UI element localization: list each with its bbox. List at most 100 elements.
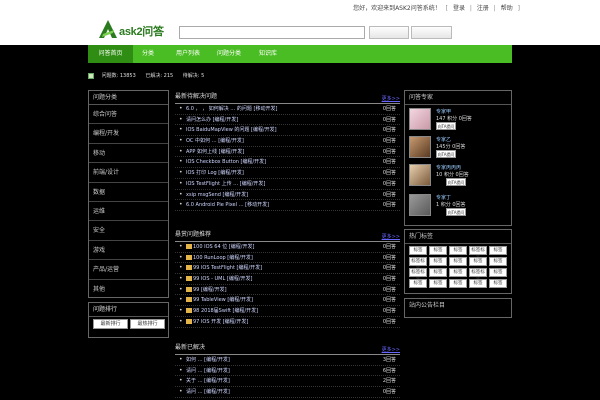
expert-name[interactable]: 专家丁 bbox=[436, 194, 451, 201]
tag-item[interactable]: 标签 bbox=[469, 279, 487, 288]
question-row[interactable]: • 99 IOS - UML [编程/开发] 0回答 bbox=[175, 274, 400, 285]
question-row[interactable]: • 97 IOS 开发 [编程/开发] 0回答 bbox=[175, 317, 400, 328]
avatar[interactable] bbox=[409, 136, 431, 158]
tag-item[interactable]: 标签 bbox=[429, 246, 447, 255]
tag-item[interactable]: 标签 bbox=[469, 257, 487, 266]
ask-expert-button[interactable]: 向TA提问 bbox=[436, 122, 456, 130]
question-title[interactable]: 请问 … [编程/开发] bbox=[186, 366, 230, 376]
expert-name[interactable]: 专家丙丙丙 bbox=[436, 164, 461, 171]
category-item[interactable]: 数据 bbox=[89, 183, 168, 202]
tag-item[interactable]: 标签 bbox=[429, 268, 447, 277]
ask-expert-button[interactable]: 向TA提问 bbox=[436, 150, 456, 158]
tag-item[interactable]: 标签标签 bbox=[469, 246, 487, 261]
category-item[interactable]: 前端/设计 bbox=[89, 163, 168, 183]
tag-item[interactable]: 标签 bbox=[489, 257, 507, 266]
login-link[interactable]: 登录 bbox=[453, 3, 465, 12]
search-button[interactable] bbox=[411, 26, 452, 39]
ranking-tab-hot[interactable]: 最热排行 bbox=[130, 319, 165, 329]
question-title[interactable]: 6.0 Android Pie Pixel … [移动开发] bbox=[186, 200, 269, 210]
question-row[interactable]: • OC 中如何 … [编程/开发] 0回答 bbox=[175, 136, 400, 147]
question-title[interactable]: 请问怎么办 [编程/开发] bbox=[186, 115, 238, 125]
tag-item[interactable]: 标签 bbox=[489, 279, 507, 288]
expert-name[interactable]: 专家乙 bbox=[436, 136, 451, 143]
question-title[interactable]: 99 IOS - UML [编程/开发] bbox=[186, 274, 252, 284]
question-title[interactable]: 98 2018届Swift [编程/开发] bbox=[186, 306, 258, 316]
ask-expert-button[interactable]: 向TA提问 bbox=[446, 178, 466, 186]
category-item[interactable]: 移动 bbox=[89, 144, 168, 164]
category-item[interactable]: 综合问答 bbox=[89, 105, 168, 125]
category-item[interactable]: 其他 bbox=[89, 280, 168, 299]
nav-category[interactable]: 分类 bbox=[133, 45, 163, 63]
question-row[interactable]: • 请问 … [编程/开发] 6回答 bbox=[175, 366, 400, 377]
question-title[interactable]: 关于 … [编程/开发] bbox=[186, 376, 230, 386]
tag-item[interactable]: 标签 bbox=[489, 246, 507, 255]
question-title[interactable]: IOS 打印 Log [编程/开发] bbox=[186, 168, 244, 178]
tag-item[interactable]: 标签 bbox=[429, 279, 447, 288]
question-title[interactable]: APP 如何上线 [编程/开发] bbox=[186, 147, 244, 157]
tag-item[interactable]: 标签标签 bbox=[409, 268, 427, 283]
nav-home[interactable]: 问答首页 bbox=[88, 45, 133, 63]
question-row[interactable]: • 关于 … [编程/开发] 2回答 bbox=[175, 376, 400, 388]
question-row[interactable]: • 如何 … [编程/开发] 3回答 bbox=[175, 355, 400, 366]
question-title[interactable]: 99 IOS TestFlight [编程/开发] bbox=[186, 263, 262, 273]
question-row[interactable]: • xsip msgSend [编程/开发] 0回答 bbox=[175, 190, 400, 201]
question-title[interactable]: xsip msgSend [编程/开发] bbox=[186, 190, 248, 200]
question-row[interactable]: • 100 RunLoop [编程/开发] 0回答 bbox=[175, 253, 400, 264]
avatar[interactable] bbox=[409, 194, 431, 216]
question-title[interactable]: IOS Checkbox Button [编程/开发] bbox=[186, 157, 266, 167]
avatar[interactable] bbox=[409, 108, 431, 130]
question-title[interactable]: 请问 … [编程/开发] bbox=[186, 387, 230, 397]
category-item[interactable]: 运维 bbox=[89, 202, 168, 222]
nav-users[interactable]: 用户列表 bbox=[168, 45, 208, 63]
ask-expert-button[interactable]: 向TA提问 bbox=[446, 208, 466, 216]
question-row[interactable]: • 100 IOS 64 位 [编程/开发] 0回答 bbox=[175, 242, 400, 253]
expert-name[interactable]: 专家甲 bbox=[436, 108, 451, 115]
tag-item[interactable]: 标签 bbox=[449, 246, 467, 255]
ask-button[interactable] bbox=[369, 26, 409, 39]
tag-item[interactable]: 标签 bbox=[409, 246, 427, 255]
question-row[interactable]: • 6.0 ， ， 如何解决 … 的问题 [移动开发] 0回答 bbox=[175, 104, 400, 115]
category-item[interactable]: 游戏 bbox=[89, 241, 168, 261]
question-row[interactable]: • 6.0 Android Pie Pixel … [移动开发] 0回答 bbox=[175, 200, 400, 211]
register-link[interactable]: 注册 bbox=[477, 3, 489, 12]
question-title[interactable]: 如何 … [编程/开发] bbox=[186, 355, 230, 365]
question-row[interactable]: • IOS 打印 Log [编程/开发] 0回答 bbox=[175, 168, 400, 179]
nav-question-category[interactable]: 问题分类 bbox=[209, 45, 249, 63]
question-title[interactable]: IOS BaiduMapView 的问题 [编程/开发] bbox=[186, 125, 277, 135]
question-row[interactable]: • IOS Checkbox Button [编程/开发] 0回答 bbox=[175, 157, 400, 169]
site-logo[interactable]: ask2问答 bbox=[97, 19, 167, 39]
question-row[interactable]: • 99 TableView [编程/开发] 0回答 bbox=[175, 295, 400, 307]
question-title[interactable]: OC 中如何 … [编程/开发] bbox=[186, 136, 244, 146]
tag-item[interactable]: 标签标签 bbox=[409, 257, 427, 272]
question-title[interactable]: 99 [编程/开发] bbox=[186, 285, 227, 295]
ranking-tab-latest[interactable]: 最新排行 bbox=[93, 319, 128, 329]
question-title[interactable]: 100 RunLoop [编程/开发] bbox=[186, 253, 253, 263]
question-row[interactable]: • 99 IOS TestFlight [编程/开发] 0回答 bbox=[175, 263, 400, 275]
question-row[interactable]: • 99 [编程/开发] 0回答 bbox=[175, 285, 400, 296]
help-link[interactable]: 帮助 bbox=[501, 3, 513, 12]
question-title[interactable]: 97 IOS 开发 [编程/开发] bbox=[186, 317, 248, 327]
nav-knowledge[interactable]: 知识库 bbox=[248, 45, 288, 63]
question-row[interactable]: • 98 2018届Swift [编程/开发] 0回答 bbox=[175, 306, 400, 317]
question-row[interactable]: • 请问怎么办 [编程/开发] 0回答 bbox=[175, 115, 400, 126]
question-row[interactable]: • IOS BaiduMapView 的问题 [编程/开发] 0回答 bbox=[175, 125, 400, 137]
tag-item[interactable]: 标签标签 bbox=[469, 268, 487, 283]
tag-item[interactable]: 标签 bbox=[409, 279, 427, 288]
question-row[interactable]: • APP 如何上线 [编程/开发] 0回答 bbox=[175, 147, 400, 158]
question-title[interactable]: 100 IOS 64 位 [编程/开发] bbox=[186, 242, 254, 252]
category-item[interactable]: 编程/开发 bbox=[89, 124, 168, 144]
search-input[interactable] bbox=[179, 26, 365, 39]
question-row[interactable]: • 请问 … [编程/开发] 0回答 bbox=[175, 387, 400, 398]
tag-item[interactable]: 标签 bbox=[429, 257, 447, 266]
category-item[interactable]: 产品/运营 bbox=[89, 260, 168, 280]
question-title[interactable]: IOS TestFlight 上传 … [编程/开发] bbox=[186, 179, 265, 189]
question-row[interactable]: • IOS TestFlight 上传 … [编程/开发] 0回答 bbox=[175, 179, 400, 190]
category-item[interactable]: 安全 bbox=[89, 221, 168, 241]
question-title[interactable]: 6.0 ， ， 如何解决 … 的问题 [移动开发] bbox=[186, 104, 277, 114]
avatar[interactable] bbox=[409, 164, 431, 186]
tag-item[interactable]: 标签 bbox=[449, 257, 467, 266]
question-title[interactable]: 99 TableView [编程/开发] bbox=[186, 295, 253, 305]
tag-item[interactable]: 标签 bbox=[489, 268, 507, 277]
tag-item[interactable]: 标签 bbox=[449, 268, 467, 277]
tag-item[interactable]: 标签 bbox=[449, 279, 467, 288]
